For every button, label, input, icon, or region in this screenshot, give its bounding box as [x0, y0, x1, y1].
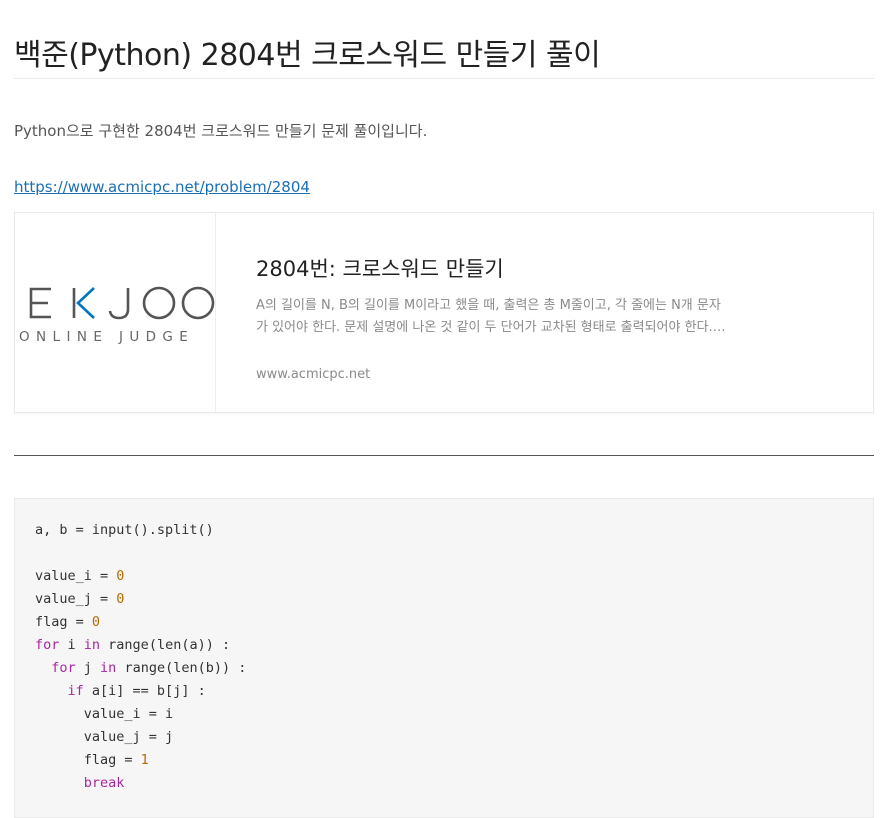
code-keyword: in [100, 660, 117, 676]
logo-subtitle: ONLINE JUDGE [19, 329, 194, 345]
code-token: i [59, 637, 84, 653]
code-keyword: if [67, 683, 84, 699]
code-line: a, b = input().split() [35, 519, 246, 542]
code-token: value_i = [35, 568, 117, 584]
page-title: 백준(Python) 2804번 크로스워드 만들기 풀이 [14, 38, 601, 74]
code-token: range(len(a)) : [100, 637, 231, 653]
code-token: flag = [35, 614, 92, 630]
code-line: value_j = 0 [35, 588, 246, 611]
code-line: flag = 1 [35, 749, 246, 772]
code-token: a[i] == b[j] : [83, 683, 206, 699]
code-token: value_j = j [35, 729, 174, 745]
code-token: flag = [35, 752, 141, 768]
code-token: j [75, 660, 101, 676]
title-divider [14, 78, 874, 79]
link-preview-title: 2804번: 크로스워드 만들기 [256, 257, 504, 281]
code-line: flag = 0 [35, 611, 246, 634]
problem-link[interactable]: https://www.acmicpc.net/problem/2804 [14, 178, 310, 196]
code-lines: a, b = input().split() value_i = 0 value_… [35, 519, 246, 795]
code-block: a, b = input().split() value_i = 0 value_… [14, 498, 874, 818]
code-number: 1 [140, 752, 149, 768]
code-keyword: in [83, 637, 101, 653]
code-line: for j in range(len(b)) : [35, 657, 246, 680]
code-keyword: for [35, 637, 60, 653]
baekjoon-logo: ONLINE JUDGE [19, 286, 215, 345]
code-line: for i in range(len(a)) : [35, 634, 246, 657]
code-token: range(len(b)) : [116, 660, 247, 676]
code-token: a, b = input().split() [35, 522, 214, 538]
code-number: 0 [116, 568, 125, 584]
code-line: value_i = 0 [35, 565, 246, 588]
link-preview-thumbnail: ONLINE JUDGE [15, 213, 216, 412]
code-number: 0 [116, 591, 125, 607]
code-token: value_j = [35, 591, 117, 607]
code-token: value_i = i [35, 706, 174, 722]
code-keyword: for [51, 660, 76, 676]
code-line: value_i = i [35, 703, 246, 726]
link-preview-card[interactable]: ONLINE JUDGE 2804번: 크로스워드 만들기 A의 길이를 N, … [14, 212, 874, 413]
code-number: 0 [91, 614, 101, 630]
content-divider [14, 455, 874, 456]
code-keyword: break [83, 775, 125, 791]
code-line: if a[i] == b[j] : [35, 680, 246, 703]
code-line: value_j = j [35, 726, 246, 749]
link-preview-domain: www.acmicpc.net [256, 367, 371, 382]
link-preview-description: A의 길이를 N, B의 길이를 M이라고 했을 때, 출력은 총 M줄이고, … [256, 298, 721, 335]
intro-text: Python으로 구현한 2804번 크로스워드 만들기 문제 풀이입니다. [14, 122, 428, 140]
